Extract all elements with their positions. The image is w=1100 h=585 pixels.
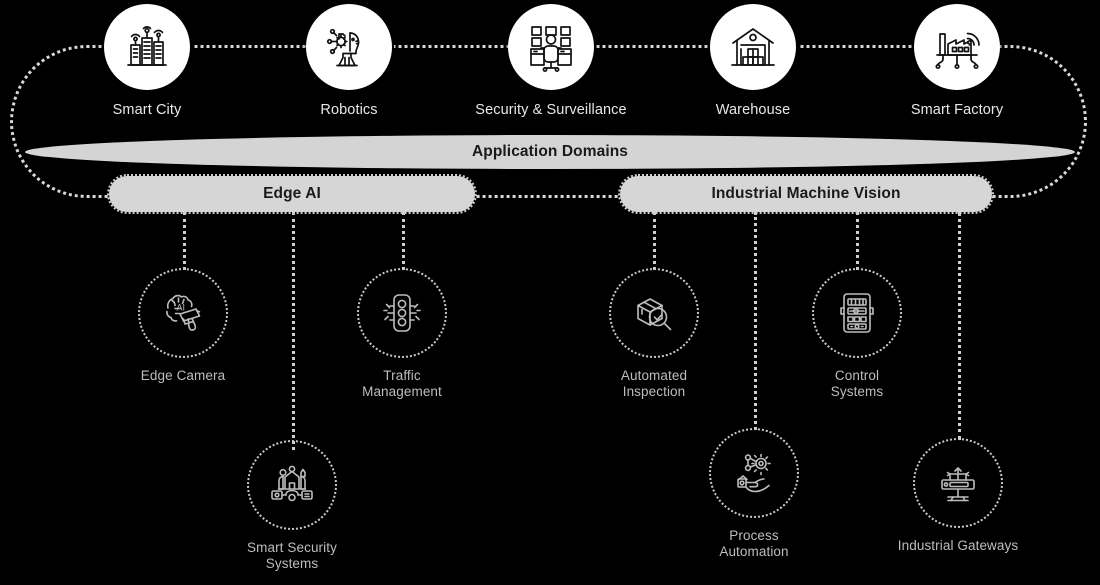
node-control-systems[interactable]: Control Systems bbox=[772, 268, 942, 401]
node-label-line2: Automation bbox=[719, 544, 789, 560]
automated-inspection-icon bbox=[637, 298, 672, 331]
traffic-management-icon bbox=[383, 294, 421, 332]
industrial-gateways-ring bbox=[913, 438, 1003, 528]
diagram-canvas: Smart City Robotics Security & Surveilla… bbox=[0, 0, 1100, 585]
node-label: Industrial Gateways bbox=[873, 538, 1043, 554]
connector-traffic-management bbox=[402, 212, 405, 270]
category-pill-industrial-machine-vision[interactable]: Industrial Machine Vision bbox=[618, 174, 994, 214]
industrial-gateways-icon bbox=[941, 467, 975, 502]
security-surveillance-icon bbox=[530, 26, 572, 72]
node-label: Traffic Management bbox=[317, 368, 487, 401]
domain-label: Warehouse bbox=[715, 102, 791, 118]
connector-control-systems bbox=[856, 212, 859, 270]
domain-smart-factory[interactable]: Smart Factory bbox=[862, 4, 1052, 119]
smart-city-icon bbox=[127, 26, 167, 66]
edge-camera-icon: AI bbox=[166, 294, 201, 331]
node-label-line2: Inspection bbox=[622, 384, 686, 400]
control-systems-icon bbox=[840, 293, 874, 333]
node-label-line1: Automated bbox=[620, 368, 688, 383]
traffic-management-ring bbox=[357, 268, 447, 358]
node-edge-camera[interactable]: AI Edge Camera bbox=[98, 268, 268, 384]
smart-security-systems-icon bbox=[271, 465, 313, 502]
node-label: Edge Camera bbox=[98, 368, 268, 384]
smart-factory-disc bbox=[914, 4, 1000, 90]
automated-inspection-ring bbox=[609, 268, 699, 358]
domain-label: Smart Factory bbox=[910, 102, 1004, 118]
robotics-disc bbox=[306, 4, 392, 90]
node-label-line2: Systems bbox=[265, 556, 319, 572]
node-label-line1: Smart Security bbox=[247, 540, 337, 555]
category-label: Edge AI bbox=[263, 185, 321, 202]
smart-city-disc bbox=[104, 4, 190, 90]
domain-robotics[interactable]: Robotics bbox=[254, 4, 444, 119]
connector-edge-camera bbox=[183, 212, 186, 270]
node-label-line1: Process bbox=[729, 528, 779, 543]
node-traffic-management[interactable]: Traffic Management bbox=[317, 268, 487, 401]
connector-smart-security-systems bbox=[292, 212, 295, 450]
svg-text:AI: AI bbox=[177, 303, 186, 313]
warehouse-icon bbox=[731, 28, 775, 66]
security-surveillance-disc bbox=[508, 4, 594, 90]
node-automated-inspection[interactable]: Automated Inspection bbox=[569, 268, 739, 401]
node-label: Automated Inspection bbox=[569, 368, 739, 401]
control-systems-ring bbox=[812, 268, 902, 358]
domain-label: Security & Surveillance bbox=[475, 102, 627, 118]
node-label: Control Systems bbox=[772, 368, 942, 401]
edge-camera-ring: AI bbox=[138, 268, 228, 358]
node-label-line1: Industrial Gateways bbox=[897, 538, 1019, 553]
category-label: Industrial Machine Vision bbox=[711, 185, 901, 202]
domain-security-surveillance[interactable]: Security & Surveillance bbox=[456, 4, 646, 119]
smart-factory-icon bbox=[935, 32, 980, 70]
category-pill-edge-ai[interactable]: Edge AI bbox=[107, 174, 477, 214]
domain-label: Smart City bbox=[112, 102, 182, 118]
robotics-icon bbox=[326, 28, 360, 67]
node-label-line2: Systems bbox=[830, 384, 884, 400]
connector-process-automation bbox=[754, 212, 757, 430]
application-domains-bar[interactable]: Application Domains bbox=[25, 135, 1075, 169]
node-smart-security-systems[interactable]: Smart Security Systems bbox=[207, 440, 377, 573]
process-automation-icon bbox=[737, 453, 771, 493]
domain-smart-city[interactable]: Smart City bbox=[52, 4, 242, 119]
smart-security-systems-ring bbox=[247, 440, 337, 530]
node-label: Smart Security Systems bbox=[207, 540, 377, 573]
node-label-line1: Control bbox=[834, 368, 880, 383]
connector-automated-inspection bbox=[653, 212, 656, 270]
process-automation-ring bbox=[709, 428, 799, 518]
connector-industrial-gateways bbox=[958, 212, 961, 440]
application-domains-label: Application Domains bbox=[471, 143, 629, 160]
node-label: Process Automation bbox=[669, 528, 839, 561]
domain-warehouse[interactable]: Warehouse bbox=[658, 4, 848, 119]
node-label-line2: Management bbox=[362, 384, 442, 400]
node-process-automation[interactable]: Process Automation bbox=[669, 428, 839, 561]
node-label-line1: Edge Camera bbox=[140, 368, 226, 383]
warehouse-disc bbox=[710, 4, 796, 90]
node-industrial-gateways[interactable]: Industrial Gateways bbox=[873, 438, 1043, 554]
node-label-line1: Traffic bbox=[383, 368, 421, 383]
domain-label: Robotics bbox=[320, 102, 378, 118]
